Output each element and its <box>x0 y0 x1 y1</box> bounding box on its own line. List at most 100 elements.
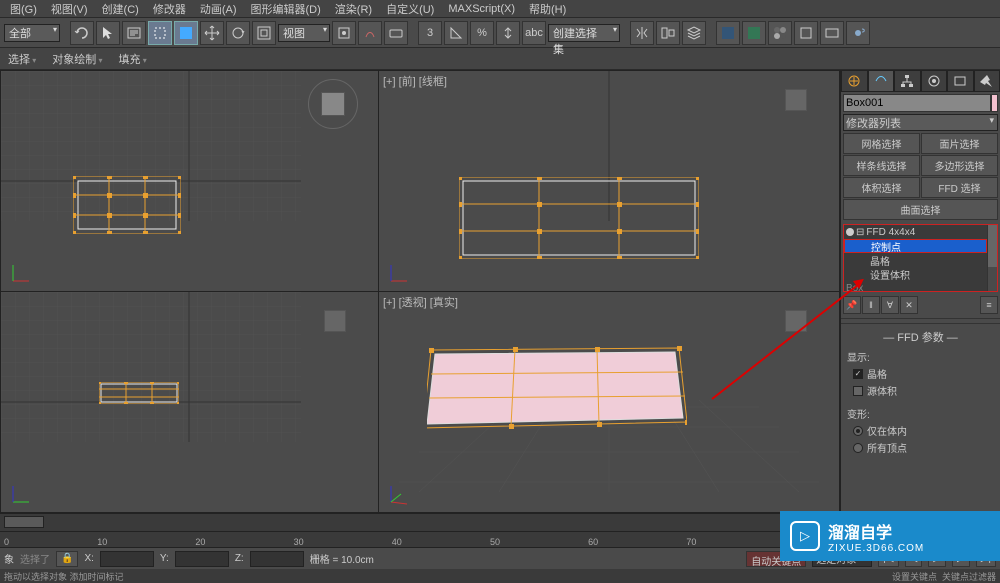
deform-label: 变形: <box>847 405 994 422</box>
tab-utilities[interactable] <box>974 70 1000 92</box>
viewport-front[interactable]: [+] [前] [线框] <box>379 71 839 291</box>
grid <box>1 292 301 442</box>
coord-y-field[interactable] <box>175 551 229 567</box>
menu-item[interactable]: 动画(A) <box>194 0 243 18</box>
render-frame-button[interactable] <box>820 21 844 45</box>
radio-all[interactable]: 所有顶点 <box>847 439 994 456</box>
ffd-lattice <box>459 177 699 259</box>
ribbon-fill[interactable]: 填充 <box>119 51 147 67</box>
mod-poly-select[interactable]: 多边形选择 <box>921 155 998 176</box>
viewport-left[interactable] <box>1 292 378 512</box>
pivot-button[interactable] <box>332 21 356 45</box>
remove-mod-button[interactable]: ✕ <box>900 296 918 314</box>
material-editor-button[interactable] <box>768 21 792 45</box>
play-icon: ▷ <box>790 521 820 551</box>
rotate-button[interactable] <box>226 21 250 45</box>
pin-stack-button[interactable]: 📌 <box>843 296 861 314</box>
menu-item[interactable]: 修改器 <box>147 0 192 18</box>
viewcube-icon[interactable] <box>779 83 815 119</box>
mirror-button[interactable] <box>630 21 654 45</box>
tab-modify[interactable] <box>868 70 895 92</box>
stack-item-ffd[interactable]: ⊟FFD 4x4x4 <box>844 225 987 239</box>
ref-coord-combo[interactable]: 视图 <box>278 24 330 42</box>
stack-scrollbar[interactable] <box>987 225 997 291</box>
tab-hierarchy[interactable] <box>894 70 921 92</box>
selection-info: 选择了 <box>20 551 50 566</box>
tab-create[interactable] <box>841 70 868 92</box>
menu-item[interactable]: 图形编辑器(D) <box>245 0 327 18</box>
tab-motion[interactable] <box>921 70 948 92</box>
stack-item-controlpoints[interactable]: 控制点 <box>844 239 987 253</box>
mod-surf-select[interactable]: 曲面选择 <box>843 199 998 220</box>
select-button[interactable] <box>96 21 120 45</box>
select-region-button[interactable] <box>148 21 172 45</box>
tab-display[interactable] <box>947 70 974 92</box>
menu-item[interactable]: 帮助(H) <box>523 0 572 18</box>
mod-patch-select[interactable]: 面片选择 <box>921 133 998 154</box>
angle-snap-toggle[interactable] <box>444 21 468 45</box>
select-name-button[interactable] <box>122 21 146 45</box>
ribbon-bar: 选择 对象绘制 填充 <box>0 48 1000 70</box>
coord-x-field[interactable] <box>100 551 154 567</box>
mod-mesh-select[interactable]: 网格选择 <box>843 133 920 154</box>
undo-button[interactable] <box>70 21 94 45</box>
modifier-list-combo[interactable]: 修改器列表 <box>843 114 998 131</box>
mod-ffd-select[interactable]: FFD 选择 <box>921 177 998 198</box>
lock-button[interactable]: 🔒 <box>56 551 78 567</box>
watermark-title: 溜溜自学 <box>828 519 924 543</box>
viewport-perspective[interactable]: [+] [透视] [真实] <box>379 292 839 512</box>
named-selection-combo[interactable]: 创建选择集 <box>548 24 620 42</box>
render-button[interactable] <box>846 21 870 45</box>
time-slider-thumb[interactable] <box>4 516 44 528</box>
viewcube-icon[interactable] <box>318 304 354 340</box>
checkbox-lattice[interactable]: ✓晶格 <box>847 365 994 382</box>
menu-bar: 图(G) 视图(V) 创建(C) 修改器 动画(A) 图形编辑器(D) 渲染(R… <box>0 0 1000 18</box>
menu-item[interactable]: 视图(V) <box>45 0 94 18</box>
mod-spline-select[interactable]: 样条线选择 <box>843 155 920 176</box>
move-button[interactable] <box>200 21 224 45</box>
menu-item[interactable]: 创建(C) <box>96 0 145 18</box>
object-name-field[interactable] <box>843 94 991 112</box>
command-tabs <box>841 70 1000 92</box>
coord-z-field[interactable] <box>250 551 304 567</box>
manipulate-button[interactable] <box>358 21 382 45</box>
percent-snap-toggle[interactable]: % <box>470 21 494 45</box>
viewport-label: [+] [前] [线框] <box>383 73 447 89</box>
configure-button[interactable]: ≡ <box>980 296 998 314</box>
menu-item[interactable]: MAXScript(X) <box>442 2 521 16</box>
bulb-icon[interactable] <box>846 228 854 236</box>
menu-item[interactable]: 渲染(R) <box>329 0 378 18</box>
prompt-label: 象 <box>4 551 14 566</box>
ffd-lattice <box>99 382 179 404</box>
checkbox-source[interactable]: 源体积 <box>847 382 994 399</box>
menu-item[interactable]: 图(G) <box>4 0 43 18</box>
ribbon-select[interactable]: 选择 <box>8 51 36 67</box>
object-color-swatch[interactable] <box>991 94 998 112</box>
modifier-buttons: 网格选择 面片选择 样条线选择 多边形选择 体积选择 FFD 选择 曲面选择 <box>843 133 998 220</box>
viewport-top[interactable] <box>1 71 378 291</box>
snap-toggle[interactable]: 3 <box>418 21 442 45</box>
stack-toolbar: 📌 ‖ ∀ ✕ ≡ <box>841 294 1000 316</box>
selection-filter-combo[interactable]: 全部 <box>4 24 60 42</box>
ribbon-objpaint[interactable]: 对象绘制 <box>52 51 102 67</box>
radio-inside[interactable]: 仅在体内 <box>847 422 994 439</box>
show-result-button[interactable]: ‖ <box>862 296 880 314</box>
window-crossing-button[interactable] <box>174 21 198 45</box>
curve-editor-button[interactable] <box>716 21 740 45</box>
keyboard-shortcut-button[interactable] <box>384 21 408 45</box>
mod-vol-select[interactable]: 体积选择 <box>843 177 920 198</box>
render-setup-button[interactable] <box>794 21 818 45</box>
command-panel: 修改器列表 网格选择 面片选择 样条线选择 多边形选择 体积选择 FFD 选择 … <box>840 70 1000 513</box>
schematic-view-button[interactable] <box>742 21 766 45</box>
align-button[interactable] <box>656 21 680 45</box>
axis-gizmo-icon <box>387 482 411 506</box>
spinner-snap-toggle[interactable] <box>496 21 520 45</box>
viewcube-icon[interactable] <box>308 79 358 129</box>
stack-item-lattice[interactable]: 晶格 <box>844 253 987 267</box>
make-unique-button[interactable]: ∀ <box>881 296 899 314</box>
edit-named-sel-button[interactable]: abc <box>522 21 546 45</box>
scale-button[interactable] <box>252 21 276 45</box>
layers-button[interactable] <box>682 21 706 45</box>
rollout-header[interactable]: — FFD 参数 — <box>841 328 1000 346</box>
menu-item[interactable]: 自定义(U) <box>380 0 440 18</box>
